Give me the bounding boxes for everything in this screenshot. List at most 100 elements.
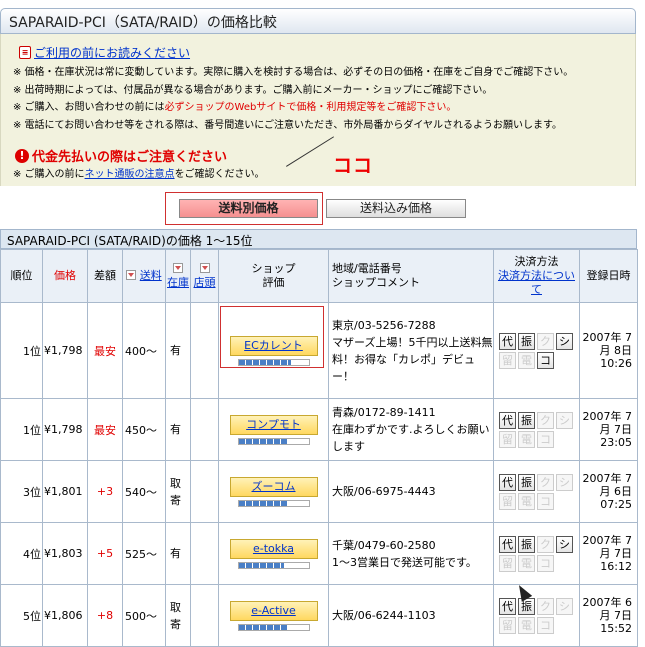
shop-cell: ECカレント [218,302,329,399]
stock-status: 有 [165,302,191,399]
payment-method-icon[interactable]: 電 [518,492,535,510]
registered-date: 2007年 7月 6日 07:25 [579,460,638,523]
notice-line: ※ ご購入、お問い合わせの前には必ずショップのWebサイトで価格・利用規定等をご… [13,102,457,113]
payment-methods: 代振クシ留電コ [499,535,579,572]
store-cell [190,584,219,647]
header-shop: ショップ 評価 [218,249,329,303]
payment-method-icon[interactable]: 電 [518,616,535,634]
payment-method-icon[interactable]: シ [556,332,573,350]
payment-method-icon[interactable]: 代 [499,332,516,350]
rating-fill [238,359,291,365]
payment-method-icon[interactable]: 留 [499,616,516,634]
price: ¥1,806 [42,584,88,647]
payment-cell: 代振クシ留電コ [493,302,580,399]
payment-cell: 代振クシ留電コ [493,522,580,585]
payment-method-icon[interactable]: 留 [499,492,516,510]
sort-down-icon[interactable] [173,263,183,273]
payment-method-icon[interactable]: コ [537,554,554,572]
shop-link-button[interactable]: ズーコム [229,476,318,497]
sort-down-icon[interactable] [126,270,137,280]
registered-date: 2007年 7月 7日 23:05 [579,398,638,461]
area-cell: 大阪/06-6244-1103 [328,584,494,647]
shipping-fee: 400～ [122,302,166,399]
payment-method-icon[interactable]: ク [537,535,554,553]
rank: 1位 [0,398,43,461]
payment-method-icon[interactable]: シ [556,473,573,491]
payment-method-icon[interactable]: 代 [499,535,516,553]
shop-link-button[interactable]: e-tokka [229,538,318,559]
payment-method-icon[interactable]: 留 [499,554,516,572]
price-diff: 最安 [87,302,123,399]
shop-link-button[interactable]: コンプモト [229,414,318,435]
tab-price-excluding-shipping[interactable]: 送料別価格 [179,199,318,218]
price-diff: 最安 [87,398,123,461]
payment-method-icon[interactable]: シ [556,597,573,615]
price-diff: +8 [87,584,123,647]
payment-methods: 代振クシ留電コ [499,473,579,510]
payment-cell: 代振クシ留電コ [493,460,580,523]
area-phone: 大阪/06-6975-4443 [332,485,436,498]
header-stock[interactable]: 在庫 [165,249,191,303]
read-before-use-link[interactable]: ご利用の前にお読みください [34,44,190,61]
payment-method-icon[interactable]: コ [537,616,554,634]
payment-info-link[interactable]: 決済方法について [498,269,575,296]
shop-comment: 在庫わずかです.よろしくお願いします [332,423,490,453]
notice-line: ※ 価格・在庫状況は常に変動しています。実際に購入を検討する場合は、必ずその日の… [13,67,574,78]
payment-method-icon[interactable]: コ [537,351,554,369]
payment-method-icon[interactable]: 電 [518,430,535,448]
payment-method-icon[interactable]: ク [537,411,554,429]
price: ¥1,798 [42,302,88,399]
shop-cell: e-tokka [218,522,329,585]
table-row: 5位 ¥1,806 +8 500～ 取寄 e-Active 大阪/06-6244-1103 代… [0,584,638,647]
rank: 5位 [0,584,43,647]
header-store[interactable]: 店頭 [190,249,219,303]
payment-method-icon[interactable]: シ [556,535,573,553]
payment-method-icon[interactable]: 振 [518,473,535,491]
shipping-fee: 450～ [122,398,166,461]
payment-method-icon[interactable]: 振 [518,332,535,350]
rating-fill [238,500,288,506]
shop-comment: 1～3営業日で発送可能です。 [332,555,477,569]
payment-method-icon[interactable]: 代 [499,473,516,491]
price-table: 順位 価格 差額 送料 在庫 店頭 ショップ 評価 地域/電話番号 ショップコメント… [0,249,638,647]
document-icon: ≡ [19,46,31,59]
price: ¥1,803 [42,522,88,585]
payment-method-icon[interactable]: コ [537,430,554,448]
notice-header: ≡ ご利用の前にお読みください [19,44,190,61]
header-date: 登録日時 [579,249,638,303]
area-cell: 大阪/06-6975-4443 [328,460,494,523]
area-cell: 千葉/0479-60-2580 1～3営業日で発送可能です。 [328,522,494,585]
warning-title: 代金先払いの際はご注意ください [32,150,228,165]
payment-method-icon[interactable]: 代 [499,597,516,615]
payment-method-icon[interactable]: シ [556,411,573,429]
header-shipping[interactable]: 送料 [122,249,166,303]
table-row: 3位 ¥1,801 +3 540～ 取寄 ズーコム 大阪/06-6975-4443 代振クシ留… [0,460,638,523]
sort-down-icon[interactable] [199,263,210,273]
payment-method-icon[interactable]: 代 [499,411,516,429]
store-cell [190,302,219,399]
shop-link-button[interactable]: e-Active [229,600,318,621]
shop-cell: ズーコム [218,460,329,523]
payment-method-icon[interactable]: 振 [518,411,535,429]
payment-method-icon[interactable]: ク [537,473,554,491]
table-caption: SAPARAID-PCI (SATA/RAID)の価格 1～15位 [0,229,637,249]
tab-price-including-shipping[interactable]: 送料込み価格 [326,199,466,218]
payment-method-icon[interactable]: 振 [518,535,535,553]
payment-method-icon[interactable]: コ [537,492,554,510]
payment-methods: 代振クシ留電コ [499,597,579,634]
price-diff: +3 [87,460,123,523]
registered-date: 2007年 7月 8日 10:26 [579,302,638,399]
header-price[interactable]: 価格 [42,249,88,303]
payment-methods: 代振クシ留電コ [499,332,579,369]
payment-method-icon[interactable]: ク [537,597,554,615]
table-row: 4位 ¥1,803 +5 525～有 e-tokka 千葉/0479-60-2580 1～3… [0,522,638,585]
payment-method-icon[interactable]: ク [537,332,554,350]
payment-method-icon[interactable]: 留 [499,430,516,448]
rating-bar [237,499,310,507]
registered-date: 2007年 6月 7日 15:52 [579,584,638,647]
payment-method-icon[interactable]: 電 [518,351,535,369]
payment-method-icon[interactable]: 電 [518,554,535,572]
shipping-fee: 525～ [122,522,166,585]
payment-method-icon[interactable]: 留 [499,351,516,369]
online-shopping-caution-link[interactable]: ネット通販の注意点 [85,169,175,180]
